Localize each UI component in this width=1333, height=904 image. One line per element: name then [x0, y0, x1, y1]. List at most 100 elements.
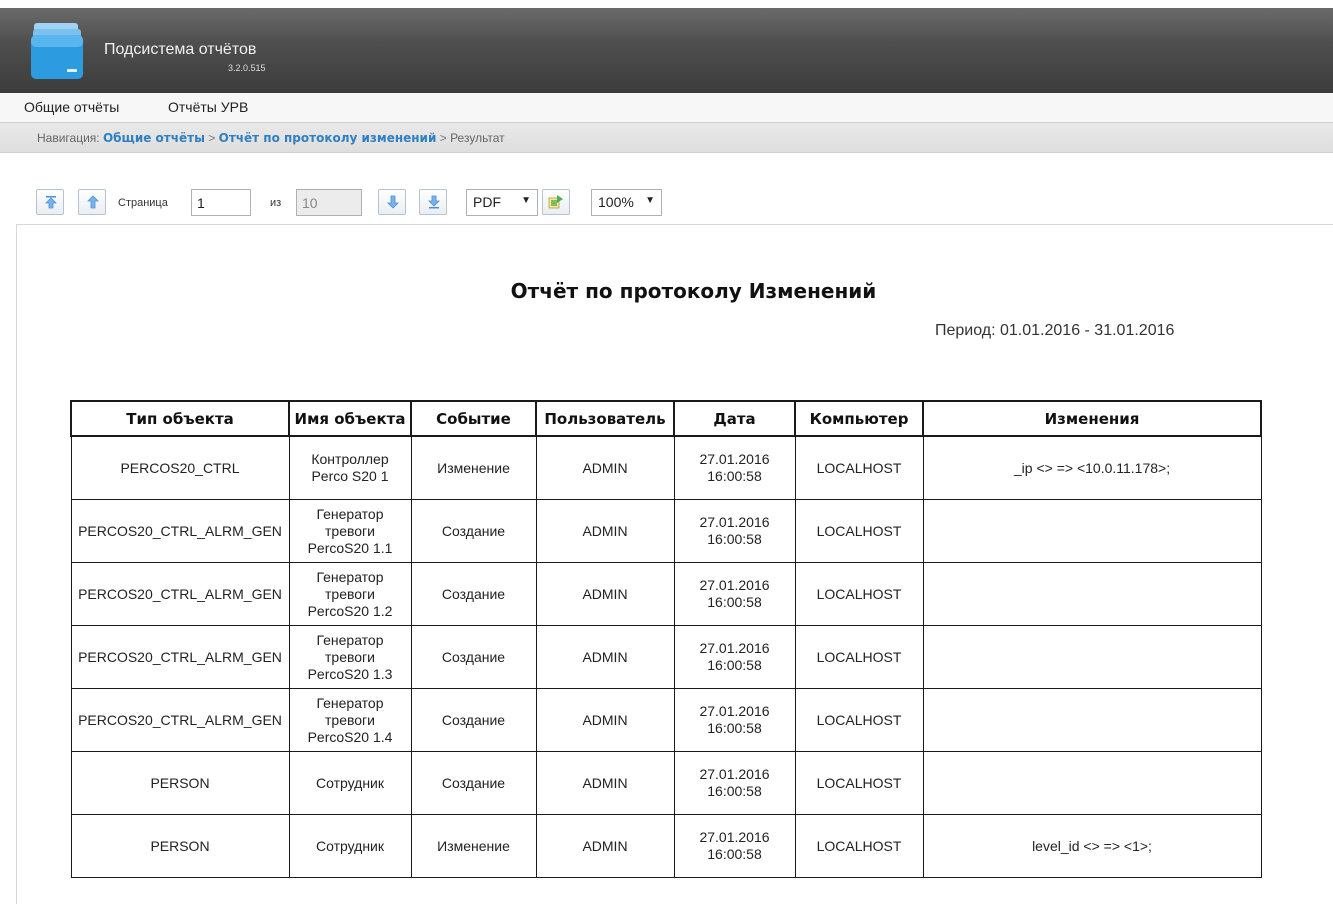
cell-date: 27.01.2016 16:00:58 — [673, 499, 796, 563]
cell-user: ADMIN — [535, 499, 675, 563]
cell-object-name: Генератор тревоги PercoS20 1.4 — [288, 688, 412, 752]
cell-object-name: Генератор тревоги PercoS20 1.3 — [288, 625, 412, 689]
breadcrumb-link-change-log-report[interactable]: Отчёт по протоколу изменений — [219, 131, 437, 145]
next-page-icon — [387, 195, 399, 209]
export-button[interactable] — [542, 189, 570, 215]
table-row: PERCOS20_CTRL_ALRM_GEN Генератор тревоги … — [70, 625, 1262, 689]
cell-changes: _ip <> => <10.0.11.178>; — [922, 435, 1262, 500]
prev-page-icon — [87, 195, 99, 209]
cell-event: Изменение — [410, 814, 537, 878]
cell-computer: LOCALHOST — [794, 499, 924, 563]
column-header-object-name: Имя объекта — [288, 400, 412, 437]
prev-page-button[interactable] — [78, 189, 106, 215]
breadcrumb-separator: > — [439, 131, 447, 145]
cell-computer: LOCALHOST — [794, 435, 924, 500]
table-row: PERSON Сотрудник Изменение ADMIN 27.01.2016 … — [70, 814, 1262, 878]
cell-object-type: PERCOS20_CTRL_ALRM_GEN — [70, 562, 290, 626]
table-row: PERCOS20_CTRL_ALRM_GEN Генератор тревоги … — [70, 499, 1262, 563]
cell-changes — [922, 499, 1262, 563]
breadcrumb: Навигация: Общие отчёты > Отчёт по прото… — [0, 123, 1333, 153]
cell-event: Создание — [410, 751, 537, 815]
cell-changes — [922, 625, 1262, 689]
breadcrumb-separator: > — [208, 131, 216, 145]
cell-object-type: PERSON — [70, 814, 290, 878]
zoom-value: 100% — [598, 194, 634, 210]
cell-changes — [922, 751, 1262, 815]
last-page-icon — [428, 195, 440, 209]
cell-event: Изменение — [410, 435, 537, 500]
export-format-value: PDF — [473, 194, 501, 210]
cell-event: Создание — [410, 688, 537, 752]
cell-computer: LOCALHOST — [794, 814, 924, 878]
cell-changes — [922, 562, 1262, 626]
folder-icon — [31, 21, 86, 81]
breadcrumb-current: Результат — [450, 131, 505, 145]
first-page-icon — [45, 196, 57, 209]
cell-computer: LOCALHOST — [794, 625, 924, 689]
cell-object-name: Генератор тревоги PercoS20 1.1 — [288, 499, 412, 563]
page-label: Страница — [118, 197, 168, 209]
cell-user: ADMIN — [535, 688, 675, 752]
column-header-user: Пользователь — [535, 400, 675, 437]
cell-date: 27.01.2016 16:00:58 — [673, 562, 796, 626]
table-row: PERSON Сотрудник Создание ADMIN 27.01.2016 1… — [70, 751, 1262, 815]
column-header-date: Дата — [673, 400, 796, 437]
cell-date: 27.01.2016 16:00:58 — [673, 751, 796, 815]
cell-user: ADMIN — [535, 751, 675, 815]
cell-user: ADMIN — [535, 814, 675, 878]
export-format-select[interactable]: PDF ▼ — [466, 189, 538, 216]
table-row: PERCOS20_CTRL_ALRM_GEN Генератор тревоги … — [70, 688, 1262, 752]
cell-computer: LOCALHOST — [794, 562, 924, 626]
cell-user: ADMIN — [535, 562, 675, 626]
total-pages-field — [296, 189, 362, 216]
first-page-button[interactable] — [36, 189, 64, 215]
column-header-event: Событие — [410, 400, 537, 437]
menu-item-general-reports[interactable]: Общие отчёты — [24, 99, 119, 115]
column-header-changes: Изменения — [922, 400, 1262, 437]
app-version: 3.2.0.515 — [228, 63, 266, 73]
export-icon — [548, 195, 563, 209]
cell-object-name: Сотрудник — [288, 751, 412, 815]
table-header-row: Тип объекта Имя объекта Событие Пользова… — [70, 400, 1262, 437]
cell-date: 27.01.2016 16:00:58 — [673, 435, 796, 500]
page-number-input[interactable] — [191, 189, 251, 216]
cell-date: 27.01.2016 16:00:58 — [673, 625, 796, 689]
chevron-down-icon: ▼ — [521, 195, 531, 206]
cell-object-type: PERCOS20_CTRL — [70, 435, 290, 500]
cell-object-type: PERSON — [70, 751, 290, 815]
report-title: Отчёт по протоколу Изменений — [510, 279, 877, 303]
cell-object-name: Сотрудник — [288, 814, 412, 878]
cell-object-type: PERCOS20_CTRL_ALRM_GEN — [70, 625, 290, 689]
report-period: Период: 01.01.2016 - 31.01.2016 — [935, 322, 1175, 339]
page-of-label: из — [270, 197, 282, 209]
main-menu: Общие отчёты Отчёты УРВ — [0, 93, 1333, 123]
cell-event: Создание — [410, 625, 537, 689]
cell-date: 27.01.2016 16:00:58 — [673, 688, 796, 752]
zoom-select[interactable]: 100% ▼ — [591, 189, 662, 216]
chevron-down-icon: ▼ — [645, 195, 655, 206]
column-header-computer: Компьютер — [794, 400, 924, 437]
breadcrumb-link-general-reports[interactable]: Общие отчёты — [103, 131, 205, 145]
cell-user: ADMIN — [535, 625, 675, 689]
app-header: Подсистема отчётов 3.2.0.515 — [0, 0, 1333, 93]
cell-object-type: PERCOS20_CTRL_ALRM_GEN — [70, 499, 290, 563]
menu-item-time-reports[interactable]: Отчёты УРВ — [168, 99, 248, 115]
cell-changes — [922, 688, 1262, 752]
cell-date: 27.01.2016 16:00:58 — [673, 814, 796, 878]
cell-computer: LOCALHOST — [794, 688, 924, 752]
table-row: PERCOS20_CTRL_ALRM_GEN Генератор тревоги … — [70, 562, 1262, 626]
cell-object-name: Генератор тревоги PercoS20 1.2 — [288, 562, 412, 626]
column-header-object-type: Тип объекта — [70, 400, 290, 437]
cell-user: ADMIN — [535, 435, 675, 500]
app-title: Подсистема отчётов — [104, 41, 257, 58]
cell-object-name: Контроллер Perco S20 1 — [288, 435, 412, 500]
breadcrumb-prefix: Навигация: — [37, 131, 100, 145]
cell-event: Создание — [410, 499, 537, 563]
cell-event: Создание — [410, 562, 537, 626]
cell-object-type: PERCOS20_CTRL_ALRM_GEN — [70, 688, 290, 752]
last-page-button[interactable] — [419, 189, 447, 215]
cell-computer: LOCALHOST — [794, 751, 924, 815]
cell-changes: level_id <> => <1>; — [922, 814, 1262, 878]
next-page-button[interactable] — [378, 189, 406, 215]
table-row: PERCOS20_CTRL Контроллер Perco S20 1 Измен… — [70, 435, 1262, 500]
